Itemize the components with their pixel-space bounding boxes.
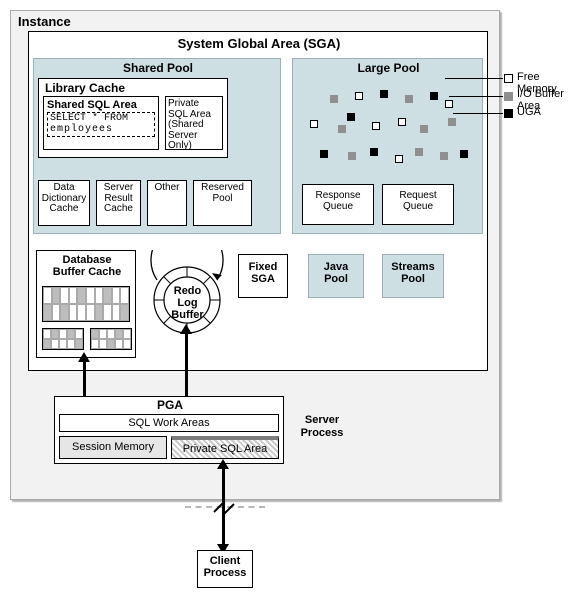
io-memory-icon: [338, 125, 346, 133]
arrow-head-icon: [78, 352, 90, 362]
sql-statement: SELECT * FROM employees: [47, 112, 155, 137]
fixed-sga: Fixed SGA: [238, 254, 288, 298]
sql-line2: employees: [50, 124, 113, 135]
sql-line1: SELECT * FROM: [50, 113, 128, 124]
other-pool: Other: [147, 180, 187, 226]
session-memory: Session Memory: [59, 436, 167, 459]
io-memory-icon: [348, 152, 356, 160]
request-queue: Request Queue: [382, 184, 454, 225]
redo-log-buffer-title: Redo Log Buffer: [150, 285, 225, 321]
buffer-grid-icon: [90, 328, 132, 350]
pga-title: PGA: [55, 398, 285, 412]
data-dictionary-cache: Data Dictionary Cache: [38, 180, 90, 226]
private-sql-area-pga: Private SQL Area: [171, 436, 279, 459]
legend-free-icon: [504, 74, 513, 83]
private-sql-area-shared: Private SQL Area (Shared Server Only): [165, 96, 223, 150]
shared-pool-title: Shared Pool: [34, 61, 282, 75]
legend-uga-label: UGA: [517, 106, 541, 118]
streams-pool: Streams Pool: [382, 254, 444, 298]
io-memory-icon: [448, 118, 456, 126]
uga-memory-icon: [380, 90, 388, 98]
server-process-label: Server Process: [292, 409, 352, 449]
sql-work-areas: SQL Work Areas: [59, 414, 279, 432]
free-memory-icon: [395, 155, 403, 163]
client-process: Client Process: [197, 550, 253, 588]
buffer-grid-icon: [42, 328, 84, 350]
library-cache-title: Library Cache: [45, 81, 125, 95]
io-memory-icon: [405, 95, 413, 103]
instance-label: Instance: [18, 14, 71, 29]
arrow-head-icon: [217, 459, 229, 469]
server-result-cache: Server Result Cache: [96, 180, 141, 226]
free-memory-icon: [445, 100, 453, 108]
uga-memory-icon: [370, 148, 378, 156]
java-pool: Java Pool: [308, 254, 364, 298]
legend-connector: [449, 96, 503, 97]
legend-connector: [445, 78, 503, 79]
uga-memory-icon: [320, 150, 328, 158]
free-memory-icon: [372, 122, 380, 130]
legend-connector: [453, 113, 503, 114]
legend-io-icon: [504, 92, 513, 101]
uga-memory-icon: [460, 150, 468, 158]
free-memory-icon: [310, 120, 318, 128]
break-icon: [212, 498, 236, 518]
db-buffer-cache-title: Database Buffer Cache: [37, 254, 137, 278]
arrow-head-icon: [180, 324, 192, 334]
uga-memory-icon: [347, 113, 355, 121]
io-memory-icon: [440, 152, 448, 160]
response-queue: Response Queue: [302, 184, 374, 225]
free-memory-icon: [398, 118, 406, 126]
shared-sql-area: Shared SQL Area SELECT * FROM employees: [43, 96, 159, 150]
io-memory-icon: [330, 95, 338, 103]
reserved-pool: Reserved Pool: [193, 180, 252, 226]
io-memory-icon: [415, 148, 423, 156]
arrow-line: [83, 360, 86, 396]
legend-uga-icon: [504, 109, 513, 118]
free-memory-icon: [355, 92, 363, 100]
large-pool-title: Large Pool: [293, 61, 484, 75]
sga-title: System Global Area (SGA): [29, 36, 489, 51]
io-memory-icon: [420, 125, 428, 133]
arrow-line: [185, 332, 188, 396]
shared-sql-area-title: Shared SQL Area: [47, 99, 155, 111]
uga-memory-icon: [430, 92, 438, 100]
buffer-grid-icon: [42, 286, 130, 322]
